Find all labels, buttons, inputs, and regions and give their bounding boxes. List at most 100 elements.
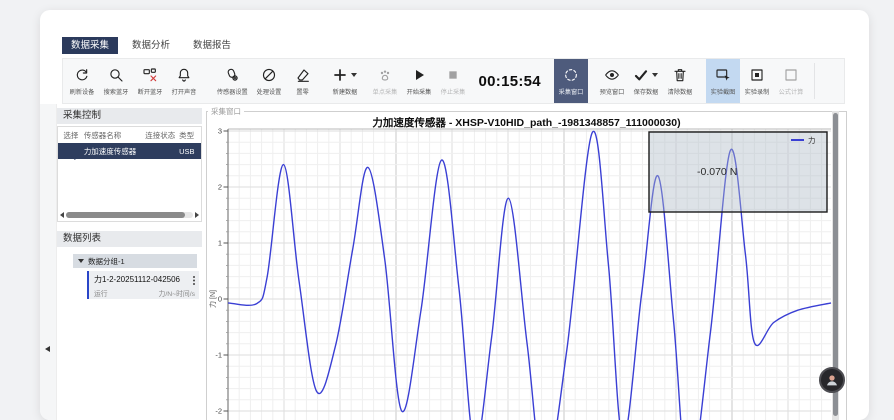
hscroll-thumb[interactable] [66, 212, 185, 218]
sensor-name: 力加速度传感器 [84, 146, 142, 157]
app-window: 数据采集 数据分析 数据报告 刷新设备搜索蓝牙断开蓝牙打开声音 传感器设置处理设置… [40, 10, 869, 420]
eye-icon [604, 67, 620, 84]
toolbar-button-label: 新建数据 [332, 86, 357, 96]
tab-data-capture[interactable]: 数据采集 [62, 37, 118, 54]
toolbar-button-label: 采集窗口 [559, 86, 584, 96]
data-item-state: 运行 [94, 288, 108, 298]
paw-icon [377, 67, 393, 84]
sensor-table: 选择 传感器名称 连接状态 类型 力加速度传感器 USB [57, 126, 202, 222]
sensor-icon [224, 67, 240, 84]
scroll-right-icon[interactable] [195, 212, 199, 218]
toolbar-button-label: 清除数据 [668, 86, 693, 96]
toolbar-button-capture-window[interactable]: 采集窗口 [554, 59, 588, 103]
toolbar-separator [814, 63, 815, 99]
toolbar-button-save-data[interactable]: 保存数据 [629, 59, 663, 103]
toolbar-button-label: 实验截图 [711, 86, 736, 96]
toolbar-button-label: 搜索蓝牙 [104, 86, 129, 96]
toolbar-button-disconnect-bluetooth[interactable]: 断开蓝牙 [133, 59, 167, 103]
toolbar-button-label: 断开蓝牙 [138, 86, 163, 96]
col-sensor-name: 传感器名称 [84, 130, 142, 141]
col-type: 类型 [179, 130, 201, 141]
tab-data-report[interactable]: 数据报告 [184, 37, 240, 54]
toolbar-button-label: 开始采集 [406, 86, 431, 96]
eraser-icon [295, 67, 311, 84]
svg-text:0: 0 [218, 295, 222, 304]
main-tabs: 数据采集 数据分析 数据报告 [62, 37, 240, 54]
data-item-axes: 力/N~时间/s [159, 288, 195, 298]
toolbar-button-label: 处理设置 [256, 86, 281, 96]
toolbar-button-label: 公式计算 [779, 86, 804, 96]
timer-display: 00:15:54 [479, 73, 541, 90]
sensor-table-hscrollbar[interactable] [60, 211, 199, 219]
sensor-row[interactable]: 力加速度传感器 USB [58, 143, 201, 159]
toolbar-button-zero[interactable]: 置零 [286, 59, 320, 103]
bell-icon [176, 67, 192, 84]
left-panel: 采集控制 选择 传感器名称 连接状态 类型 力加速度传感器 USB 数据列表 [57, 106, 202, 420]
sidebar-collapse-rail[interactable] [40, 104, 57, 420]
stop-icon [445, 67, 461, 84]
legend-label: 力 [808, 135, 816, 145]
sensor-type: USB [179, 147, 201, 156]
toolbar-button-stop[interactable]: 停止采集 [436, 59, 470, 103]
data-group-row[interactable]: 数据分组-1 [73, 254, 197, 268]
dropdown-caret-icon[interactable] [351, 73, 357, 77]
toolbar-button-search-bluetooth[interactable]: 搜索蓝牙 [99, 59, 133, 103]
col-select: 选择 [58, 130, 84, 141]
toolbar-button-formula-calc[interactable]: 公式计算 [774, 59, 808, 103]
svg-text:1: 1 [218, 239, 222, 248]
search-icon [108, 67, 124, 84]
tab-data-analysis[interactable]: 数据分析 [123, 37, 179, 54]
svg-text:-2: -2 [215, 407, 222, 416]
toolbar-button-sensor-settings[interactable]: 传感器设置 [213, 59, 252, 103]
toolbar-button-new-data[interactable]: 新建数据 [328, 59, 362, 103]
play-icon [411, 67, 427, 84]
col-connection-status: 连接状态 [141, 130, 179, 141]
toolbar-button-exp-screenshot[interactable]: 实验截图 [706, 59, 740, 103]
dropdown-caret-icon[interactable] [652, 73, 658, 77]
scroll-left-icon[interactable] [60, 212, 64, 218]
item-menu-icon[interactable] [193, 276, 195, 278]
toolbar-button-process-settings[interactable]: 处理设置 [252, 59, 286, 103]
toolbar-button-start[interactable]: 开始采集 [402, 59, 436, 103]
y-axis-ticks: 3210-1-2 [215, 127, 228, 416]
plus-icon [332, 67, 357, 84]
toolbar-button-label: 打开声音 [172, 86, 197, 96]
toolbar-button-label: 保存数据 [634, 86, 659, 96]
toolbar-button-label: 停止采集 [440, 86, 465, 96]
toolbar-button-single-point[interactable]: 单点采集 [368, 59, 402, 103]
selection-rectangle[interactable] [649, 132, 827, 212]
measurement-annotation: -0.070 N [697, 166, 737, 178]
chart-title: 力加速度传感器 - XHSP-V10HID_path_-1981348857_1… [207, 115, 846, 130]
chart-plot[interactable]: 3210-1-2 -0.070 N 力 力 [N] [207, 112, 848, 420]
formula-icon [783, 67, 799, 84]
data-item-title: 力1-2-20251112-042506 [94, 274, 180, 285]
toolbar-spacer [821, 59, 842, 103]
screenshot-icon [715, 67, 731, 84]
dial-icon [261, 67, 277, 84]
toolbar-button-sound[interactable]: 打开声音 [167, 59, 201, 103]
capture-control-header: 采集控制 [57, 108, 202, 124]
data-list-header: 数据列表 [57, 231, 202, 247]
record-icon [749, 67, 765, 84]
chart-window-label: 采集窗口 [208, 106, 244, 117]
sensor-table-header: 选择 传感器名称 连接状态 类型 [58, 127, 201, 143]
svg-text:2: 2 [218, 183, 222, 192]
toolbar-button-label: 传感器设置 [217, 86, 248, 96]
check-icon [633, 67, 658, 84]
assistant-avatar-button[interactable] [819, 367, 845, 393]
refresh-icon [74, 67, 90, 84]
dashed-circle-icon [563, 67, 579, 84]
toolbar-button-exp-record[interactable]: 实验录制 [740, 59, 774, 103]
bt-disconnect-icon [142, 67, 158, 84]
trash-icon [672, 67, 688, 84]
data-list-item[interactable]: 力1-2-20251112-042506 运行 力/N~时间/s [87, 271, 199, 299]
toolbar-button-clear-data[interactable]: 清除数据 [663, 59, 697, 103]
collapse-left-icon[interactable] [45, 346, 50, 352]
expand-arrow-icon[interactable] [78, 259, 84, 263]
toolbar: 刷新设备搜索蓝牙断开蓝牙打开声音 传感器设置处理设置置零新建数据 单点采集开始采集停… [62, 58, 845, 104]
person-icon [824, 372, 840, 388]
chart-area: 力加速度传感器 - XHSP-V10HID_path_-1981348857_1… [206, 111, 847, 420]
y-axis-label: 力 [N] [208, 290, 217, 308]
toolbar-button-preview-window[interactable]: 预览窗口 [595, 59, 629, 103]
toolbar-button-refresh-device[interactable]: 刷新设备 [65, 59, 99, 103]
